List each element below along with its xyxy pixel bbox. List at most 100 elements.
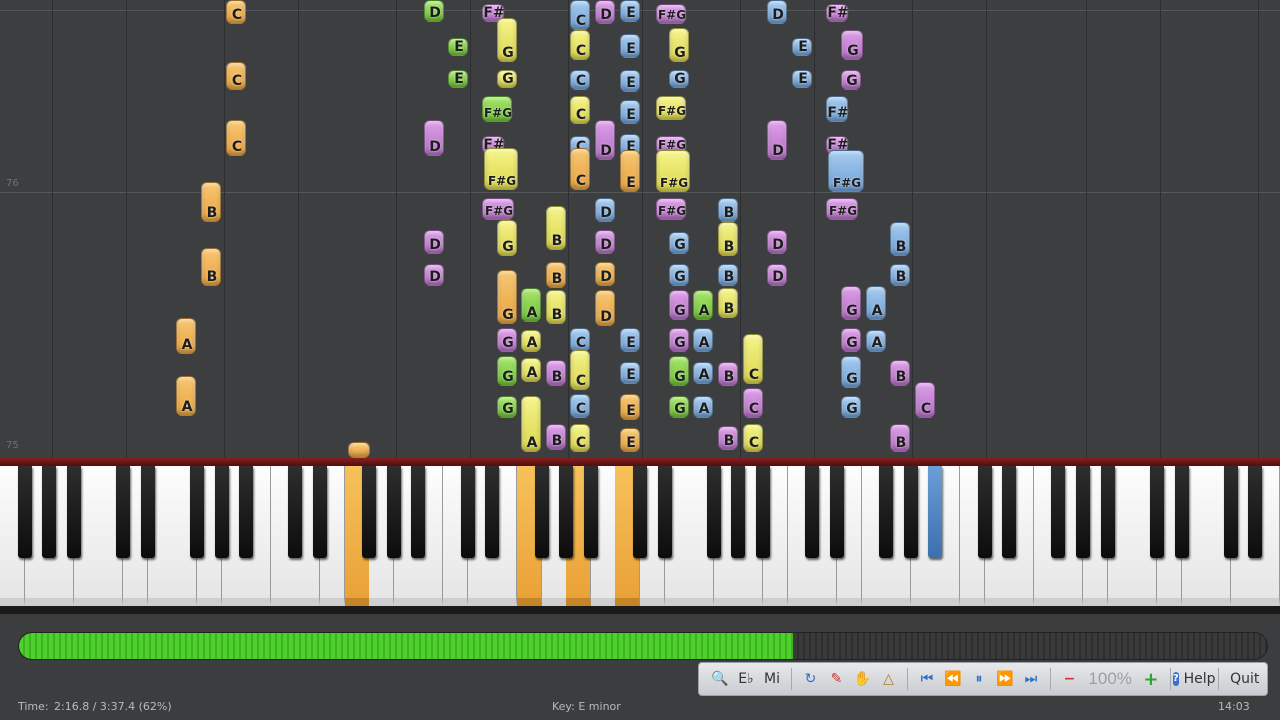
note-block: F# <box>826 96 849 122</box>
black-key[interactable] <box>829 466 844 558</box>
black-key[interactable] <box>1051 466 1066 558</box>
note-label: C <box>231 7 243 23</box>
note-block: E <box>792 38 812 56</box>
note-block: B <box>718 362 738 386</box>
skip-start-button[interactable]: ⏮ <box>914 666 940 692</box>
note-block: C <box>743 424 763 452</box>
black-key[interactable] <box>534 466 549 558</box>
note-block: B <box>890 222 910 256</box>
metronome-button[interactable]: △ <box>875 666 901 692</box>
black-key[interactable] <box>756 466 771 558</box>
piano-keyboard[interactable] <box>0 466 1280 614</box>
note-block: G <box>497 70 517 88</box>
black-key[interactable] <box>386 466 401 558</box>
measure-number: 76 <box>6 178 19 189</box>
note-block: G <box>841 356 861 388</box>
loop-icon: ↻ <box>804 671 817 687</box>
search-button[interactable]: 🔍 <box>707 666 733 692</box>
black-key[interactable] <box>583 466 598 558</box>
note-block: F#G <box>656 150 690 192</box>
black-key[interactable] <box>977 466 992 558</box>
black-key[interactable] <box>657 466 672 558</box>
note-label: E <box>626 403 636 419</box>
song-progress-bar[interactable] <box>18 632 1268 660</box>
black-key[interactable] <box>731 466 746 558</box>
note-block: C <box>570 394 590 418</box>
lane-divider <box>986 0 987 458</box>
clock: 14:03 <box>1218 700 1250 713</box>
help-button[interactable]: ? Help <box>1172 666 1216 692</box>
note-block: C <box>570 148 590 190</box>
black-key[interactable] <box>214 466 229 558</box>
note-label: D <box>600 7 612 23</box>
quit-button[interactable]: Quit <box>1225 666 1259 692</box>
note-block: D <box>595 230 615 254</box>
black-key[interactable] <box>1174 466 1189 558</box>
note-block: E <box>620 34 640 58</box>
black-key[interactable] <box>1149 466 1164 558</box>
black-key[interactable] <box>362 466 377 558</box>
key-flat-button[interactable]: E♭ <box>733 666 759 692</box>
note-label: A <box>526 305 538 321</box>
note-label: G <box>847 43 859 59</box>
black-key[interactable] <box>928 466 943 558</box>
zoom-in-button[interactable]: + <box>1138 666 1164 692</box>
solfege-label: Mi <box>764 671 780 687</box>
rewind-button[interactable]: ⏪ <box>940 666 966 692</box>
note-block: F#G <box>656 4 686 24</box>
lane-divider <box>126 0 127 458</box>
skip-end-button[interactable]: ⏭ <box>1018 666 1044 692</box>
note-label: D <box>772 269 784 285</box>
black-key[interactable] <box>1248 466 1263 558</box>
note-block: B <box>546 424 566 450</box>
black-key[interactable] <box>460 466 475 558</box>
note-block: F#G <box>656 198 686 220</box>
note-label: B <box>551 233 563 249</box>
lane-divider <box>298 0 299 458</box>
pause-button[interactable]: ⏸ <box>966 666 992 692</box>
note-label: F#G <box>483 106 513 120</box>
black-key[interactable] <box>313 466 327 558</box>
black-key[interactable] <box>805 466 820 558</box>
black-key[interactable] <box>706 466 721 558</box>
note-block: G <box>669 70 689 88</box>
black-key[interactable] <box>288 466 303 558</box>
black-key[interactable] <box>1002 466 1017 558</box>
help-label: Help <box>1183 671 1216 687</box>
lane-divider <box>814 0 815 458</box>
pencil-button[interactable]: ✎ <box>823 666 849 692</box>
black-key[interactable] <box>17 466 32 558</box>
black-key[interactable] <box>879 466 894 558</box>
note-label: E <box>626 5 636 21</box>
black-key[interactable] <box>189 466 204 558</box>
black-key[interactable] <box>559 466 574 558</box>
note-block: C <box>570 70 590 90</box>
note-label: G <box>674 237 686 253</box>
black-key[interactable] <box>485 466 500 558</box>
zoom-out-button[interactable]: − <box>1056 666 1082 692</box>
black-key[interactable] <box>1223 466 1238 558</box>
black-key[interactable] <box>411 466 426 558</box>
note-block: C <box>226 62 246 90</box>
note-block: G <box>669 28 689 62</box>
note-label: A <box>871 303 883 319</box>
note-block: C <box>743 334 763 384</box>
black-key[interactable] <box>116 466 131 558</box>
black-key[interactable] <box>903 466 918 558</box>
note-block: B <box>718 198 738 222</box>
black-key[interactable] <box>1076 466 1091 558</box>
fast-forward-button[interactable]: ⏩ <box>992 666 1018 692</box>
note-label: B <box>895 369 907 385</box>
black-key[interactable] <box>1100 466 1115 558</box>
loop-button[interactable]: ↻ <box>797 666 823 692</box>
black-key[interactable] <box>633 466 647 558</box>
hand-icon: ✋ <box>853 671 872 687</box>
black-key[interactable] <box>239 466 254 558</box>
black-key[interactable] <box>42 466 57 558</box>
hand-button[interactable]: ✋ <box>849 666 875 692</box>
note-block: A <box>693 396 713 418</box>
note-block: G <box>669 396 689 418</box>
black-key[interactable] <box>140 466 155 558</box>
black-key[interactable] <box>66 466 81 558</box>
solfege-button[interactable]: Mi <box>759 666 785 692</box>
